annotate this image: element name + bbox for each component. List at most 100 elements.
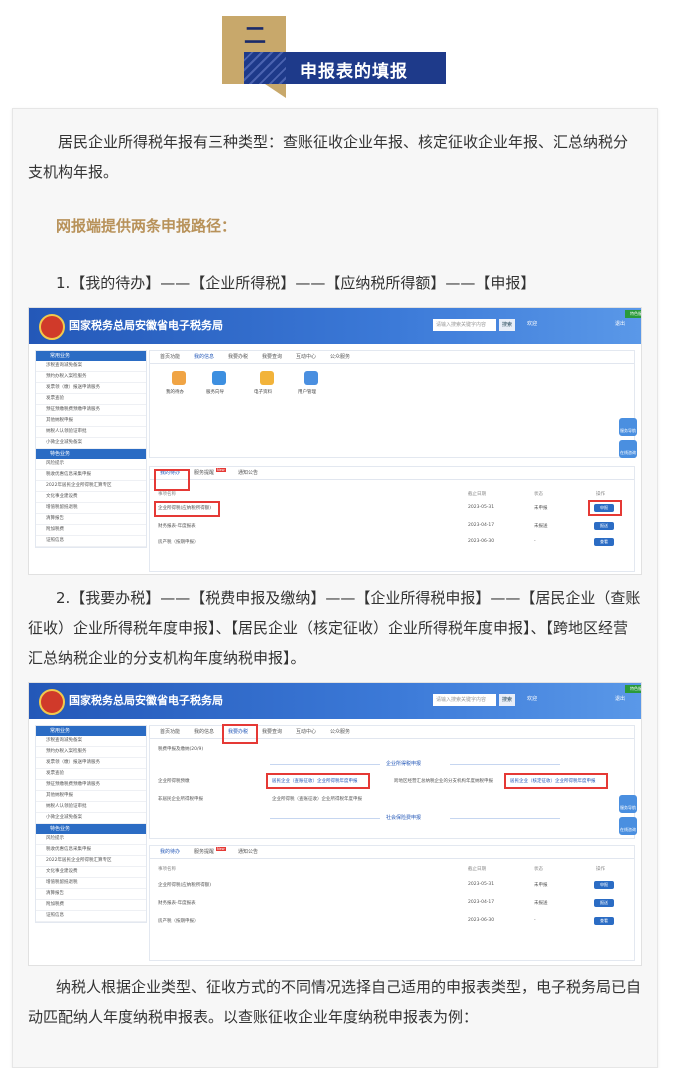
- sidebar-item[interactable]: 文化事业建设费: [36, 867, 146, 878]
- sidebar-item[interactable]: 涉税查询减免备案: [36, 736, 146, 747]
- exit-link[interactable]: 退出: [615, 320, 625, 327]
- feature-badge[interactable]: 特色服务: [625, 685, 641, 693]
- menu-item[interactable]: 企业所得税（查账征收）企业所得税年度申报: [272, 796, 362, 802]
- sidebar-item[interactable]: 2022年居民企业所得税汇算专区: [36, 481, 146, 492]
- tab-query[interactable]: 我要查询: [262, 728, 282, 735]
- tab-todo[interactable]: 我的待办: [160, 848, 180, 855]
- tab-notice[interactable]: 通知公告: [238, 848, 258, 855]
- col-op: 操作: [596, 867, 605, 872]
- sidebar-item[interactable]: 税收优惠信息采集申报: [36, 845, 146, 856]
- sidebar-item[interactable]: 涉税查询减免备案: [36, 361, 146, 372]
- sidebar-item[interactable]: 风险提示: [36, 834, 146, 845]
- search-button[interactable]: 搜索: [499, 694, 515, 706]
- divider: [450, 764, 560, 765]
- col-date: 截止日期: [468, 867, 486, 872]
- sidebar-item[interactable]: 增值税留抵退税: [36, 878, 146, 889]
- subheading: 网报端提供两条申报路径：: [56, 217, 237, 235]
- sidebar-item[interactable]: 发票领（缴）报送申请服务: [36, 383, 146, 394]
- tab-my-info[interactable]: 我的信息: [194, 728, 214, 735]
- sidebar-item[interactable]: 2022年居民企业所得税汇算专区: [36, 856, 146, 867]
- site-title: 国家税务总局安徽省电子税务局: [69, 694, 223, 707]
- col-op: 操作: [596, 492, 605, 497]
- sidebar-item[interactable]: 发票查验: [36, 769, 146, 780]
- sidebar-item[interactable]: 证照信息: [36, 536, 146, 547]
- feature-badge[interactable]: 特色服务: [625, 310, 641, 318]
- search-button[interactable]: 搜索: [499, 319, 515, 331]
- tab-reminder[interactable]: 服务提醒: [194, 469, 214, 476]
- row-status: 未申报: [534, 506, 548, 511]
- top-bar: 国家税务总局安徽省电子税务局 请输入搜索关键字内容 搜索 欢迎 退出 特色服务: [29, 683, 641, 719]
- declare-button[interactable]: 申报: [594, 881, 614, 889]
- tab-home[interactable]: 首页功能: [160, 728, 180, 735]
- sidebar-item[interactable]: 预征预缴税费预缴申请服务: [36, 780, 146, 791]
- sidebar-item[interactable]: 税收优惠信息采集申报: [36, 470, 146, 481]
- divider: [450, 818, 560, 819]
- search-input[interactable]: 请输入搜索关键字内容: [433, 694, 496, 706]
- menu-item[interactable]: 跨地区经营汇总纳税企业的分支机构年度纳税申报: [394, 778, 493, 784]
- nav-float-button[interactable]: 服务导航: [619, 795, 637, 813]
- site-title: 国家税务总局安徽省电子税务局: [69, 319, 223, 332]
- sidebar-item[interactable]: 发票查验: [36, 394, 146, 405]
- sidebar: 常用业务 涉税查询减免备案 预约办税入案检服务 发票领（缴）报送申请服务 发票查…: [35, 725, 147, 923]
- tax-emblem-icon: [39, 314, 65, 340]
- sidebar-head: 常用业务: [36, 726, 146, 736]
- consult-float-button[interactable]: 在线咨询: [619, 440, 637, 458]
- nav-float-button[interactable]: 服务导航: [619, 418, 637, 436]
- screenshot-2: 国家税务总局安徽省电子税务局 请输入搜索关键字内容 搜索 欢迎 退出 特色服务 …: [28, 682, 642, 966]
- menu-item[interactable]: 企业所得税预缴: [158, 778, 190, 784]
- exit-link[interactable]: 退出: [615, 695, 625, 702]
- sidebar-item[interactable]: 附加税费: [36, 525, 146, 536]
- sidebar-item[interactable]: 预征预缴税费预缴申请服务: [36, 405, 146, 416]
- main-panel-bottom: 我的待办 服务提醒 New 通知公告 事项名称 截止日期 状态 操作 企业所得税…: [149, 845, 635, 961]
- tab-do-tax[interactable]: 我要办税: [228, 353, 248, 360]
- consult-float-button[interactable]: 在线咨询: [619, 817, 637, 835]
- row-status: 未申报: [534, 883, 548, 888]
- tab-query[interactable]: 我要查询: [262, 353, 282, 360]
- sidebar-item[interactable]: 纳税人认领验证审批: [36, 427, 146, 438]
- tax-emblem-icon: [39, 689, 65, 715]
- menu-item[interactable]: 非居民企业所得税申报: [158, 796, 203, 802]
- view-button[interactable]: 查看: [594, 917, 614, 925]
- submit-button[interactable]: 报送: [594, 899, 614, 907]
- breadcrumb[interactable]: 税费申报及缴纳(20/9): [158, 746, 203, 752]
- sidebar-item[interactable]: 预约办税入案检服务: [36, 747, 146, 758]
- view-button[interactable]: 查看: [594, 538, 614, 546]
- sidebar-item[interactable]: 发票领（缴）报送申请服务: [36, 758, 146, 769]
- tab-interact[interactable]: 互动中心: [296, 728, 316, 735]
- tab-home[interactable]: 首页功能: [160, 353, 180, 360]
- user-greeting: 欢迎: [527, 696, 538, 702]
- sidebar-item[interactable]: 其他纳税申报: [36, 416, 146, 427]
- sidebar-item[interactable]: 小微企业减免备案: [36, 438, 146, 449]
- todo-icon[interactable]: [172, 371, 186, 385]
- sidebar-item[interactable]: 其他纳税申报: [36, 791, 146, 802]
- top-bar: 国家税务总局安徽省电子税务局 请输入搜索关键字内容 搜索 欢迎 退出 特色服务: [29, 308, 641, 344]
- sidebar-item[interactable]: 清算报告: [36, 514, 146, 525]
- lower-tabs: 我的待办 服务提醒 New 通知公告: [150, 846, 634, 859]
- user-manage-icon[interactable]: [304, 371, 318, 385]
- sidebar-item[interactable]: 证照信息: [36, 911, 146, 922]
- row-status: -: [534, 539, 536, 544]
- tab-public[interactable]: 公众服务: [330, 728, 350, 735]
- sidebar-item[interactable]: 清算报告: [36, 889, 146, 900]
- tab-interact[interactable]: 互动中心: [296, 353, 316, 360]
- search-input[interactable]: 请输入搜索关键字内容: [433, 319, 496, 331]
- section-title: 申报表的填报: [300, 62, 408, 82]
- tab-my-info[interactable]: 我的信息: [194, 353, 214, 360]
- sidebar-head: 特色业务: [36, 449, 146, 459]
- guide-icon[interactable]: [212, 371, 226, 385]
- tab-reminder[interactable]: 服务提醒: [194, 848, 214, 855]
- sidebar-item[interactable]: 风险提示: [36, 459, 146, 470]
- highlight-declare: [588, 500, 622, 516]
- sidebar: 常用业务 涉税查询减免备案 预约办税入案检服务 发票领（缴）报送申请服务 发票查…: [35, 350, 147, 548]
- sidebar-item[interactable]: 文化事业建设费: [36, 492, 146, 503]
- sidebar-item[interactable]: 纳税人认领验证审批: [36, 802, 146, 813]
- sidebar-item[interactable]: 增值税留抵退税: [36, 503, 146, 514]
- sidebar-item[interactable]: 预约办税入案检服务: [36, 372, 146, 383]
- document-icon[interactable]: [260, 371, 274, 385]
- submit-button[interactable]: 报送: [594, 522, 614, 530]
- sidebar-item[interactable]: 小微企业减免备案: [36, 813, 146, 824]
- sidebar-item[interactable]: 附加税费: [36, 900, 146, 911]
- tab-notice[interactable]: 通知公告: [238, 469, 258, 476]
- new-badge: New: [216, 847, 226, 851]
- tab-public[interactable]: 公众服务: [330, 353, 350, 360]
